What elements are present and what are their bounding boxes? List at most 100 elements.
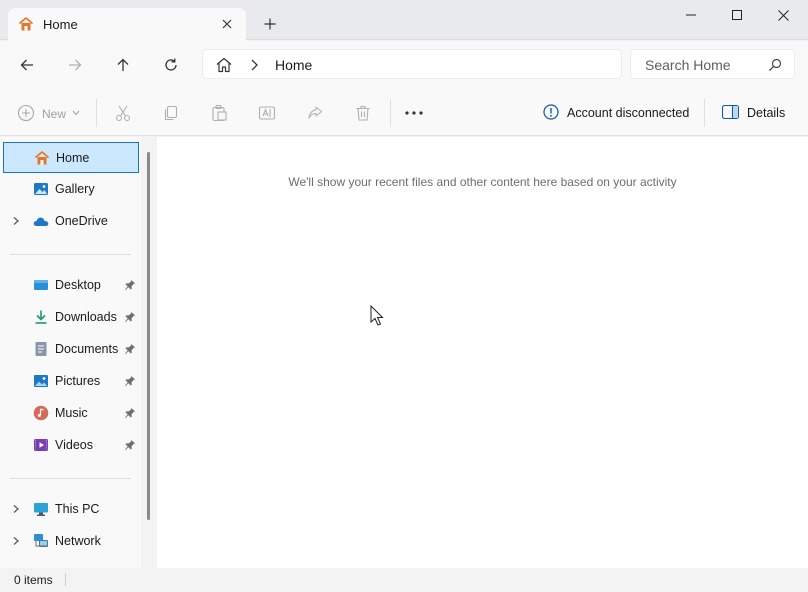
sidebar-item-label: Home: [56, 151, 90, 165]
document-icon: [35, 342, 47, 356]
home-icon: [18, 17, 34, 31]
command-bar: New Account disconnected Details: [0, 88, 808, 136]
chevron-right-icon[interactable]: [11, 216, 21, 226]
sidebar-item-documents[interactable]: Documents: [3, 334, 139, 365]
mouse-cursor-icon: [370, 305, 384, 326]
details-button[interactable]: Details: [747, 106, 785, 120]
add-circle-icon: [17, 104, 35, 122]
paste-icon: [212, 104, 227, 122]
back-button[interactable]: [12, 50, 42, 80]
chevron-right-icon[interactable]: [11, 504, 21, 514]
music-icon: [33, 405, 49, 421]
pin-icon[interactable]: [124, 407, 136, 419]
sidebar-item-home[interactable]: Home: [3, 142, 139, 173]
pin-icon[interactable]: [124, 439, 136, 451]
scissors-icon: [115, 105, 131, 122]
cloud-icon: [33, 217, 49, 226]
network-icon: [34, 534, 48, 547]
up-button[interactable]: [108, 50, 138, 80]
close-icon: [222, 19, 232, 29]
paste-button[interactable]: [208, 102, 230, 124]
sidebar-item-videos[interactable]: Videos: [3, 430, 139, 461]
sidebar-item-label: Network: [55, 534, 101, 548]
pictures-icon: [34, 375, 48, 387]
address-path[interactable]: Home: [275, 57, 312, 73]
close-window-button[interactable]: [760, 0, 806, 30]
command-separator: [390, 99, 391, 127]
sidebar-item-gallery[interactable]: Gallery: [3, 174, 139, 205]
status-bar: 0 items: [0, 568, 808, 592]
computer-icon: [34, 503, 48, 516]
sidebar-item-label: Documents: [55, 342, 119, 356]
maximize-icon: [732, 10, 742, 20]
command-separator: [96, 99, 97, 127]
info-icon[interactable]: [543, 104, 559, 120]
rename-icon: [258, 106, 276, 120]
download-icon: [35, 310, 47, 324]
status-separator: [65, 573, 66, 586]
chevron-right-icon[interactable]: [11, 536, 21, 546]
desktop-icon: [34, 280, 48, 290]
empty-state-message: We'll show your recent files and other c…: [288, 175, 677, 189]
sidebar-scrollbar[interactable]: [141, 137, 156, 568]
trash-icon: [356, 105, 370, 121]
sidebar-item-label: Music: [55, 406, 88, 420]
pin-icon[interactable]: [124, 279, 136, 291]
sidebar-item-label: OneDrive: [55, 214, 108, 228]
maximize-button[interactable]: [714, 0, 760, 30]
tab-close-button[interactable]: [216, 13, 238, 35]
address-bar[interactable]: Home: [202, 49, 622, 79]
share-button[interactable]: [304, 102, 326, 124]
cut-button[interactable]: [112, 102, 134, 124]
delete-button[interactable]: [352, 102, 374, 124]
refresh-icon: [165, 58, 177, 71]
item-count: 0 items: [14, 573, 53, 587]
new-button[interactable]: [15, 102, 37, 124]
gallery-icon: [34, 183, 48, 195]
sidebar-item-onedrive[interactable]: OneDrive: [3, 206, 139, 237]
minimize-button[interactable]: [668, 0, 714, 30]
forward-button[interactable]: [60, 50, 90, 80]
sidebar-divider: [10, 254, 131, 255]
more-options-button[interactable]: [403, 102, 425, 124]
sidebar-item-label: Videos: [55, 438, 93, 452]
sidebar-item-network[interactable]: Network: [3, 526, 139, 557]
title-bar: Home: [0, 0, 808, 41]
sidebar-item-label: Desktop: [55, 278, 101, 292]
copy-button[interactable]: [160, 102, 182, 124]
details-pane-icon[interactable]: [722, 105, 739, 119]
search-icon[interactable]: [768, 58, 782, 72]
sidebar-item-music[interactable]: Music: [3, 398, 139, 429]
share-icon: [308, 106, 323, 119]
sidebar-item-downloads[interactable]: Downloads: [3, 302, 139, 333]
sidebar-item-this-pc[interactable]: This PC: [3, 494, 139, 525]
new-tab-button[interactable]: [259, 13, 281, 35]
pin-icon[interactable]: [124, 375, 136, 387]
sidebar-item-pictures[interactable]: Pictures: [3, 366, 139, 397]
search-box[interactable]: Search Home: [630, 49, 795, 79]
search-placeholder[interactable]: Search Home: [645, 57, 731, 73]
arrow-right-icon: [69, 59, 82, 71]
home-icon: [34, 151, 50, 165]
account-status[interactable]: Account disconnected: [567, 106, 689, 120]
home-icon[interactable]: [215, 56, 233, 74]
rename-button[interactable]: [256, 102, 278, 124]
chevron-right-icon[interactable]: [248, 58, 260, 72]
sidebar-item-label: Gallery: [55, 182, 95, 196]
navigation-pane: Home Gallery OneDrive Desktop Downloads …: [0, 137, 156, 568]
sidebar-item-desktop[interactable]: Desktop: [3, 270, 139, 301]
copy-icon: [164, 105, 178, 121]
arrow-left-icon: [20, 59, 33, 71]
arrow-up-icon: [117, 58, 129, 71]
new-button-label[interactable]: New: [42, 107, 66, 121]
close-icon: [777, 9, 789, 21]
command-separator: [704, 99, 705, 127]
content-area[interactable]: We'll show your recent files and other c…: [157, 137, 808, 568]
scrollbar-thumb[interactable]: [147, 152, 150, 520]
chevron-down-icon[interactable]: [72, 110, 80, 116]
pin-icon[interactable]: [124, 311, 136, 323]
pin-icon[interactable]: [124, 343, 136, 355]
refresh-button[interactable]: [156, 50, 186, 80]
tab-home[interactable]: Home: [8, 8, 246, 41]
more-icon: [405, 111, 423, 115]
